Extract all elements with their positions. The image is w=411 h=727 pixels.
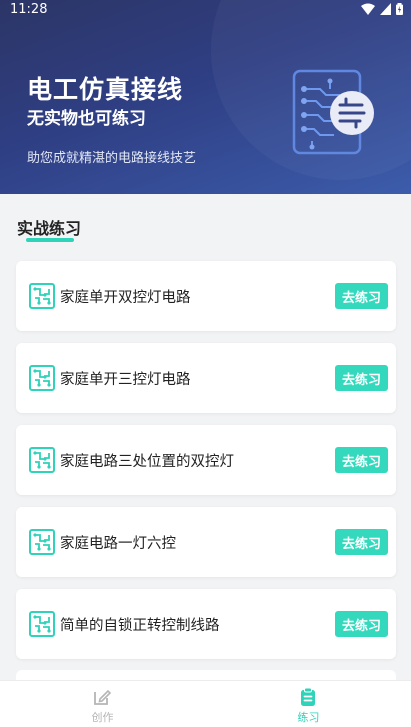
- start-practice-button[interactable]: 去练习: [335, 365, 388, 391]
- practice-card-title: 家庭电路三处位置的双控灯: [60, 454, 234, 470]
- hero-subtitle: 无实物也可练习: [27, 109, 146, 129]
- tab-create[interactable]: 创作: [0, 681, 205, 727]
- practice-card[interactable]: 家庭单开三控灯电路 去练习: [16, 343, 396, 413]
- battery-icon: [396, 3, 403, 15]
- start-practice-button[interactable]: 去练习: [335, 283, 388, 309]
- start-practice-button[interactable]: 去练习: [335, 529, 388, 555]
- circuit-board-icon: [29, 365, 55, 391]
- wifi-icon: [361, 3, 375, 15]
- circuit-board-icon: [29, 447, 55, 473]
- start-practice-button[interactable]: 去练习: [335, 611, 388, 637]
- practice-card-title: 家庭电路一灯六控: [60, 536, 176, 552]
- hero-banner: 11:28 电工仿真接线 无实物也可练习 助您成就精湛的电路接线技艺: [0, 0, 411, 194]
- edit-icon: [94, 689, 112, 705]
- circuit-board-icon: [29, 283, 55, 309]
- clipboard-icon: [301, 687, 315, 706]
- practice-card-title: 简单的自锁正转控制线路: [60, 618, 220, 634]
- practice-card[interactable]: 家庭电路一灯六控 去练习: [16, 507, 396, 577]
- signal-icon: [380, 3, 391, 15]
- practice-card[interactable]: 简单的自锁正转控制线路 去练习: [16, 589, 396, 659]
- status-bar: 11:28: [0, 0, 411, 20]
- tab-practice[interactable]: 练习: [206, 681, 411, 727]
- practice-card[interactable]: 家庭单开双控灯电路 去练习: [16, 261, 396, 331]
- hero-title: 电工仿真接线: [27, 75, 184, 104]
- practice-card-title: 家庭单开双控灯电路: [60, 290, 191, 306]
- status-icons: [361, 3, 403, 15]
- circuit-board-icon: [29, 611, 55, 637]
- circuit-chip-illustration: [292, 69, 374, 155]
- section-underline: [26, 238, 74, 242]
- hero-description: 助您成就精湛的电路接线技艺: [27, 151, 197, 166]
- section-title: 实战练习: [17, 219, 82, 238]
- practice-card-title: 家庭单开三控灯电路: [60, 372, 191, 388]
- tab-practice-label: 练习: [297, 711, 320, 724]
- tab-create-label: 创作: [91, 711, 114, 724]
- status-time: 11:28: [10, 2, 48, 17]
- bottom-tab-bar: 创作 练习: [0, 680, 411, 727]
- start-practice-button[interactable]: 去练习: [335, 447, 388, 473]
- practice-card[interactable]: 家庭电路三处位置的双控灯 去练习: [16, 425, 396, 495]
- circuit-board-icon: [29, 529, 55, 555]
